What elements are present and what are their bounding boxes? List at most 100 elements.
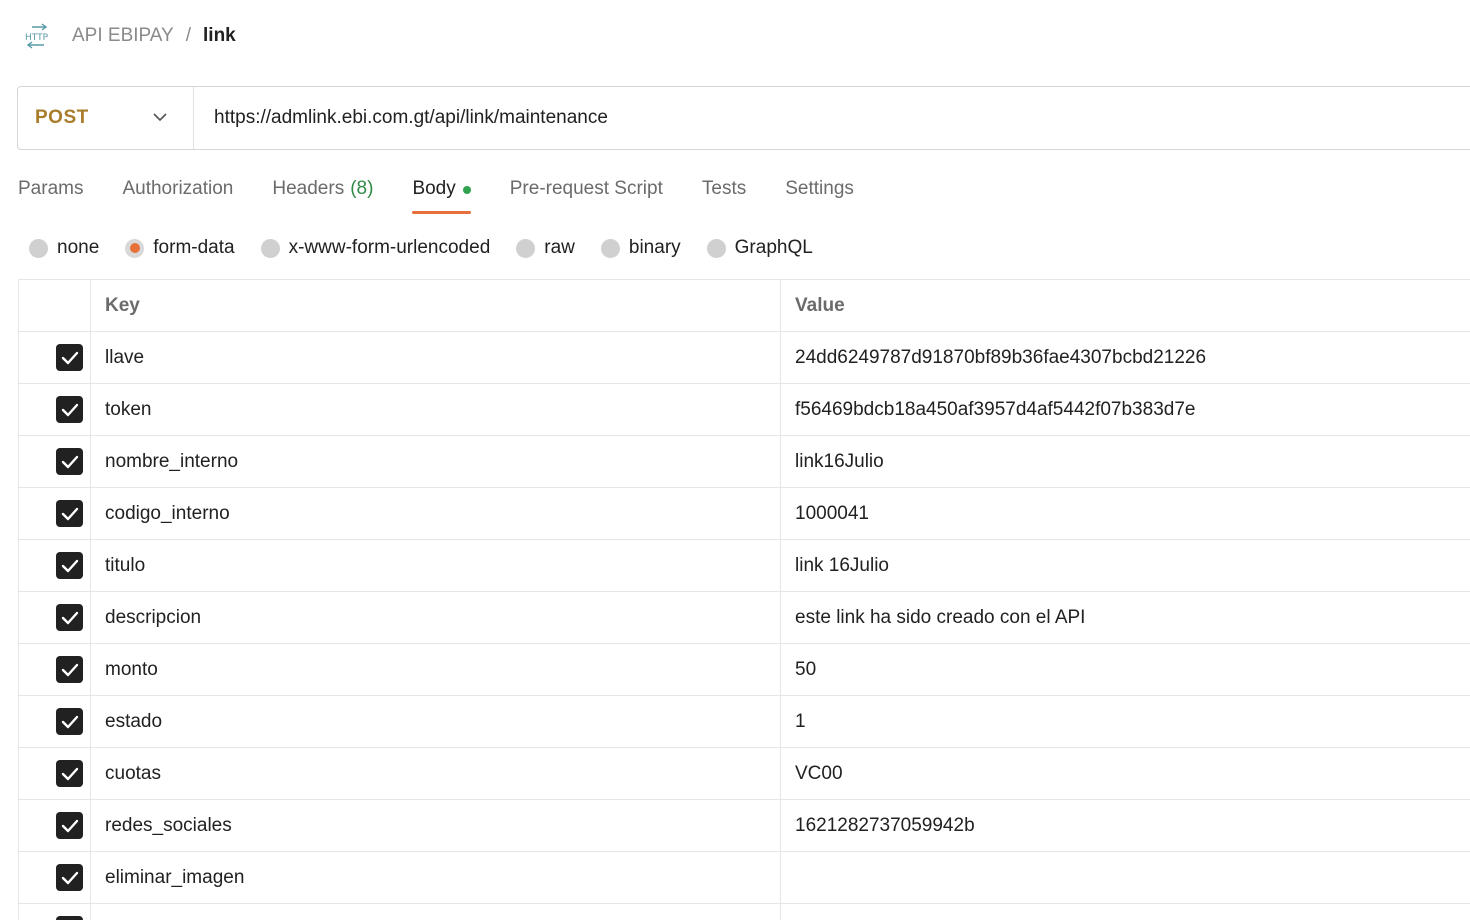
request-name[interactable]: link <box>203 25 236 47</box>
row-check-cell <box>19 904 91 920</box>
tab-headers[interactable]: Headers (8) <box>272 172 373 214</box>
checkmark-icon <box>61 559 78 572</box>
key-cell[interactable]: codigo_interno <box>91 488 781 539</box>
tab-params[interactable]: Params <box>18 172 83 214</box>
table-row: titulo link 16Julio <box>19 540 1470 592</box>
checkmark-icon <box>61 455 78 468</box>
value-cell[interactable]: VC00 <box>781 748 1470 799</box>
radio-button[interactable] <box>29 238 48 258</box>
checkbox[interactable] <box>56 448 83 475</box>
checkbox[interactable] <box>56 656 83 683</box>
tab-label: Tests <box>701 178 747 199</box>
table-body: llave 24dd6249787d91870bf89b36fae4307bcbd… <box>19 332 1470 920</box>
tab-authorization[interactable]: Authorization <box>122 172 233 214</box>
key-cell[interactable]: redes_sociales <box>91 800 781 851</box>
checkbox[interactable] <box>56 760 83 787</box>
column-header-key: Key <box>91 280 781 331</box>
radio-button[interactable] <box>600 238 620 258</box>
chevron-down-icon <box>153 109 167 127</box>
checkbox[interactable] <box>56 344 83 371</box>
radio-button[interactable] <box>260 238 280 258</box>
table-row: eliminar_imagen <box>19 852 1470 904</box>
radio-label: raw <box>544 237 575 258</box>
radio-label: form-data <box>153 237 235 258</box>
row-check-cell <box>19 488 91 539</box>
url-input[interactable]: https://admlink.ebi.com.gt/api/link/main… <box>194 87 608 149</box>
breadcrumb-separator: / <box>185 25 192 46</box>
table-row: nombre_interno link16Julio <box>19 436 1470 488</box>
body-type-graphql[interactable]: GraphQL <box>706 237 813 259</box>
method-select[interactable]: POST <box>18 87 194 149</box>
table-row: monto 50 <box>19 644 1470 696</box>
tab-pre-request-script[interactable]: Pre-request Script <box>510 172 663 214</box>
row-check-cell <box>19 748 91 799</box>
tab-settings[interactable]: Settings <box>785 172 854 214</box>
checkbox[interactable] <box>56 396 83 423</box>
radio-button[interactable] <box>706 238 726 258</box>
breadcrumb: API EBIPAY / link <box>72 25 236 47</box>
checkmark-icon <box>61 507 78 520</box>
checkmark-icon <box>61 663 78 676</box>
key-cell[interactable]: descripcion <box>91 592 781 643</box>
checkmark-icon <box>61 767 78 780</box>
value-cell[interactable]: link16Julio <box>781 436 1470 487</box>
checkbox[interactable] <box>56 916 83 920</box>
key-cell[interactable]: cuotas <box>91 748 781 799</box>
request-header: HTTP API EBIPAY / link <box>24 20 236 52</box>
key-cell[interactable]: token <box>91 384 781 435</box>
header-check-cell <box>19 280 91 331</box>
radio-button-selected[interactable] <box>125 238 145 258</box>
row-check-cell <box>19 800 91 851</box>
tab-body[interactable]: Body <box>412 172 472 214</box>
radio-label: binary <box>628 237 681 258</box>
key-cell[interactable]: eliminar_imagen <box>91 852 781 903</box>
http-swap-icon: HTTP <box>24 22 52 50</box>
key-cell[interactable]: estado <box>91 696 781 747</box>
key-cell[interactable]: titulo <box>91 540 781 591</box>
value-cell[interactable]: 1621282737059942b <box>781 800 1470 851</box>
checkmark-icon <box>61 611 78 624</box>
tab-tests[interactable]: Tests <box>702 172 746 214</box>
checkmark-icon <box>61 351 78 364</box>
checkmark-icon <box>61 819 78 832</box>
table-row: redes_sociales 1621282737059942b <box>19 800 1470 852</box>
value-cell[interactable]: 1000041 <box>781 488 1470 539</box>
key-cell[interactable]: llave <box>91 332 781 383</box>
key-cell[interactable] <box>91 904 781 920</box>
checkbox[interactable] <box>56 708 83 735</box>
tab-label: Body <box>412 178 456 199</box>
body-type-urlencoded[interactable]: x-www-form-urlencoded <box>260 237 490 259</box>
key-cell[interactable]: monto <box>91 644 781 695</box>
value-cell[interactable]: 24dd6249787d91870bf89b36fae4307bcbd21226 <box>781 332 1470 383</box>
value-cell[interactable]: 1 <box>781 696 1470 747</box>
value-cell[interactable] <box>781 904 1470 920</box>
radio-label: GraphQL <box>734 237 813 258</box>
value-cell[interactable]: f56469bdcb18a450af3957d4af5442f07b383d7e <box>781 384 1470 435</box>
body-type-form-data[interactable]: form-data <box>125 237 235 259</box>
column-header-value: Value <box>795 294 845 316</box>
tab-label: Pre-request Script <box>509 178 663 199</box>
checkbox[interactable] <box>56 864 83 891</box>
headers-count-badge: (8) <box>350 178 374 199</box>
checkbox[interactable] <box>56 500 83 527</box>
key-cell[interactable]: nombre_interno <box>91 436 781 487</box>
request-tabs: Params Authorization Headers (8) Body Pre… <box>18 172 893 216</box>
table-header-row: Key Value <box>19 280 1470 332</box>
form-data-table: Key Value llave 24dd6249787d91870bf89b36f… <box>18 279 1470 920</box>
value-cell[interactable] <box>781 852 1470 903</box>
value-cell[interactable]: este link ha sido creado con el API <box>781 592 1470 643</box>
breadcrumb-collection[interactable]: API EBIPAY <box>72 25 174 47</box>
checkbox[interactable] <box>56 552 83 579</box>
checkbox[interactable] <box>56 812 83 839</box>
row-check-cell <box>19 644 91 695</box>
tab-label: Authorization <box>122 178 234 199</box>
value-cell[interactable]: 50 <box>781 644 1470 695</box>
table-row: llave 24dd6249787d91870bf89b36fae4307bcbd… <box>19 332 1470 384</box>
tab-label: Headers <box>272 178 345 199</box>
body-type-binary[interactable]: binary <box>600 237 681 259</box>
body-type-raw[interactable]: raw <box>516 237 575 259</box>
checkbox[interactable] <box>56 604 83 631</box>
value-cell[interactable]: link 16Julio <box>781 540 1470 591</box>
radio-button[interactable] <box>516 238 536 258</box>
body-type-none[interactable]: none <box>29 237 99 259</box>
